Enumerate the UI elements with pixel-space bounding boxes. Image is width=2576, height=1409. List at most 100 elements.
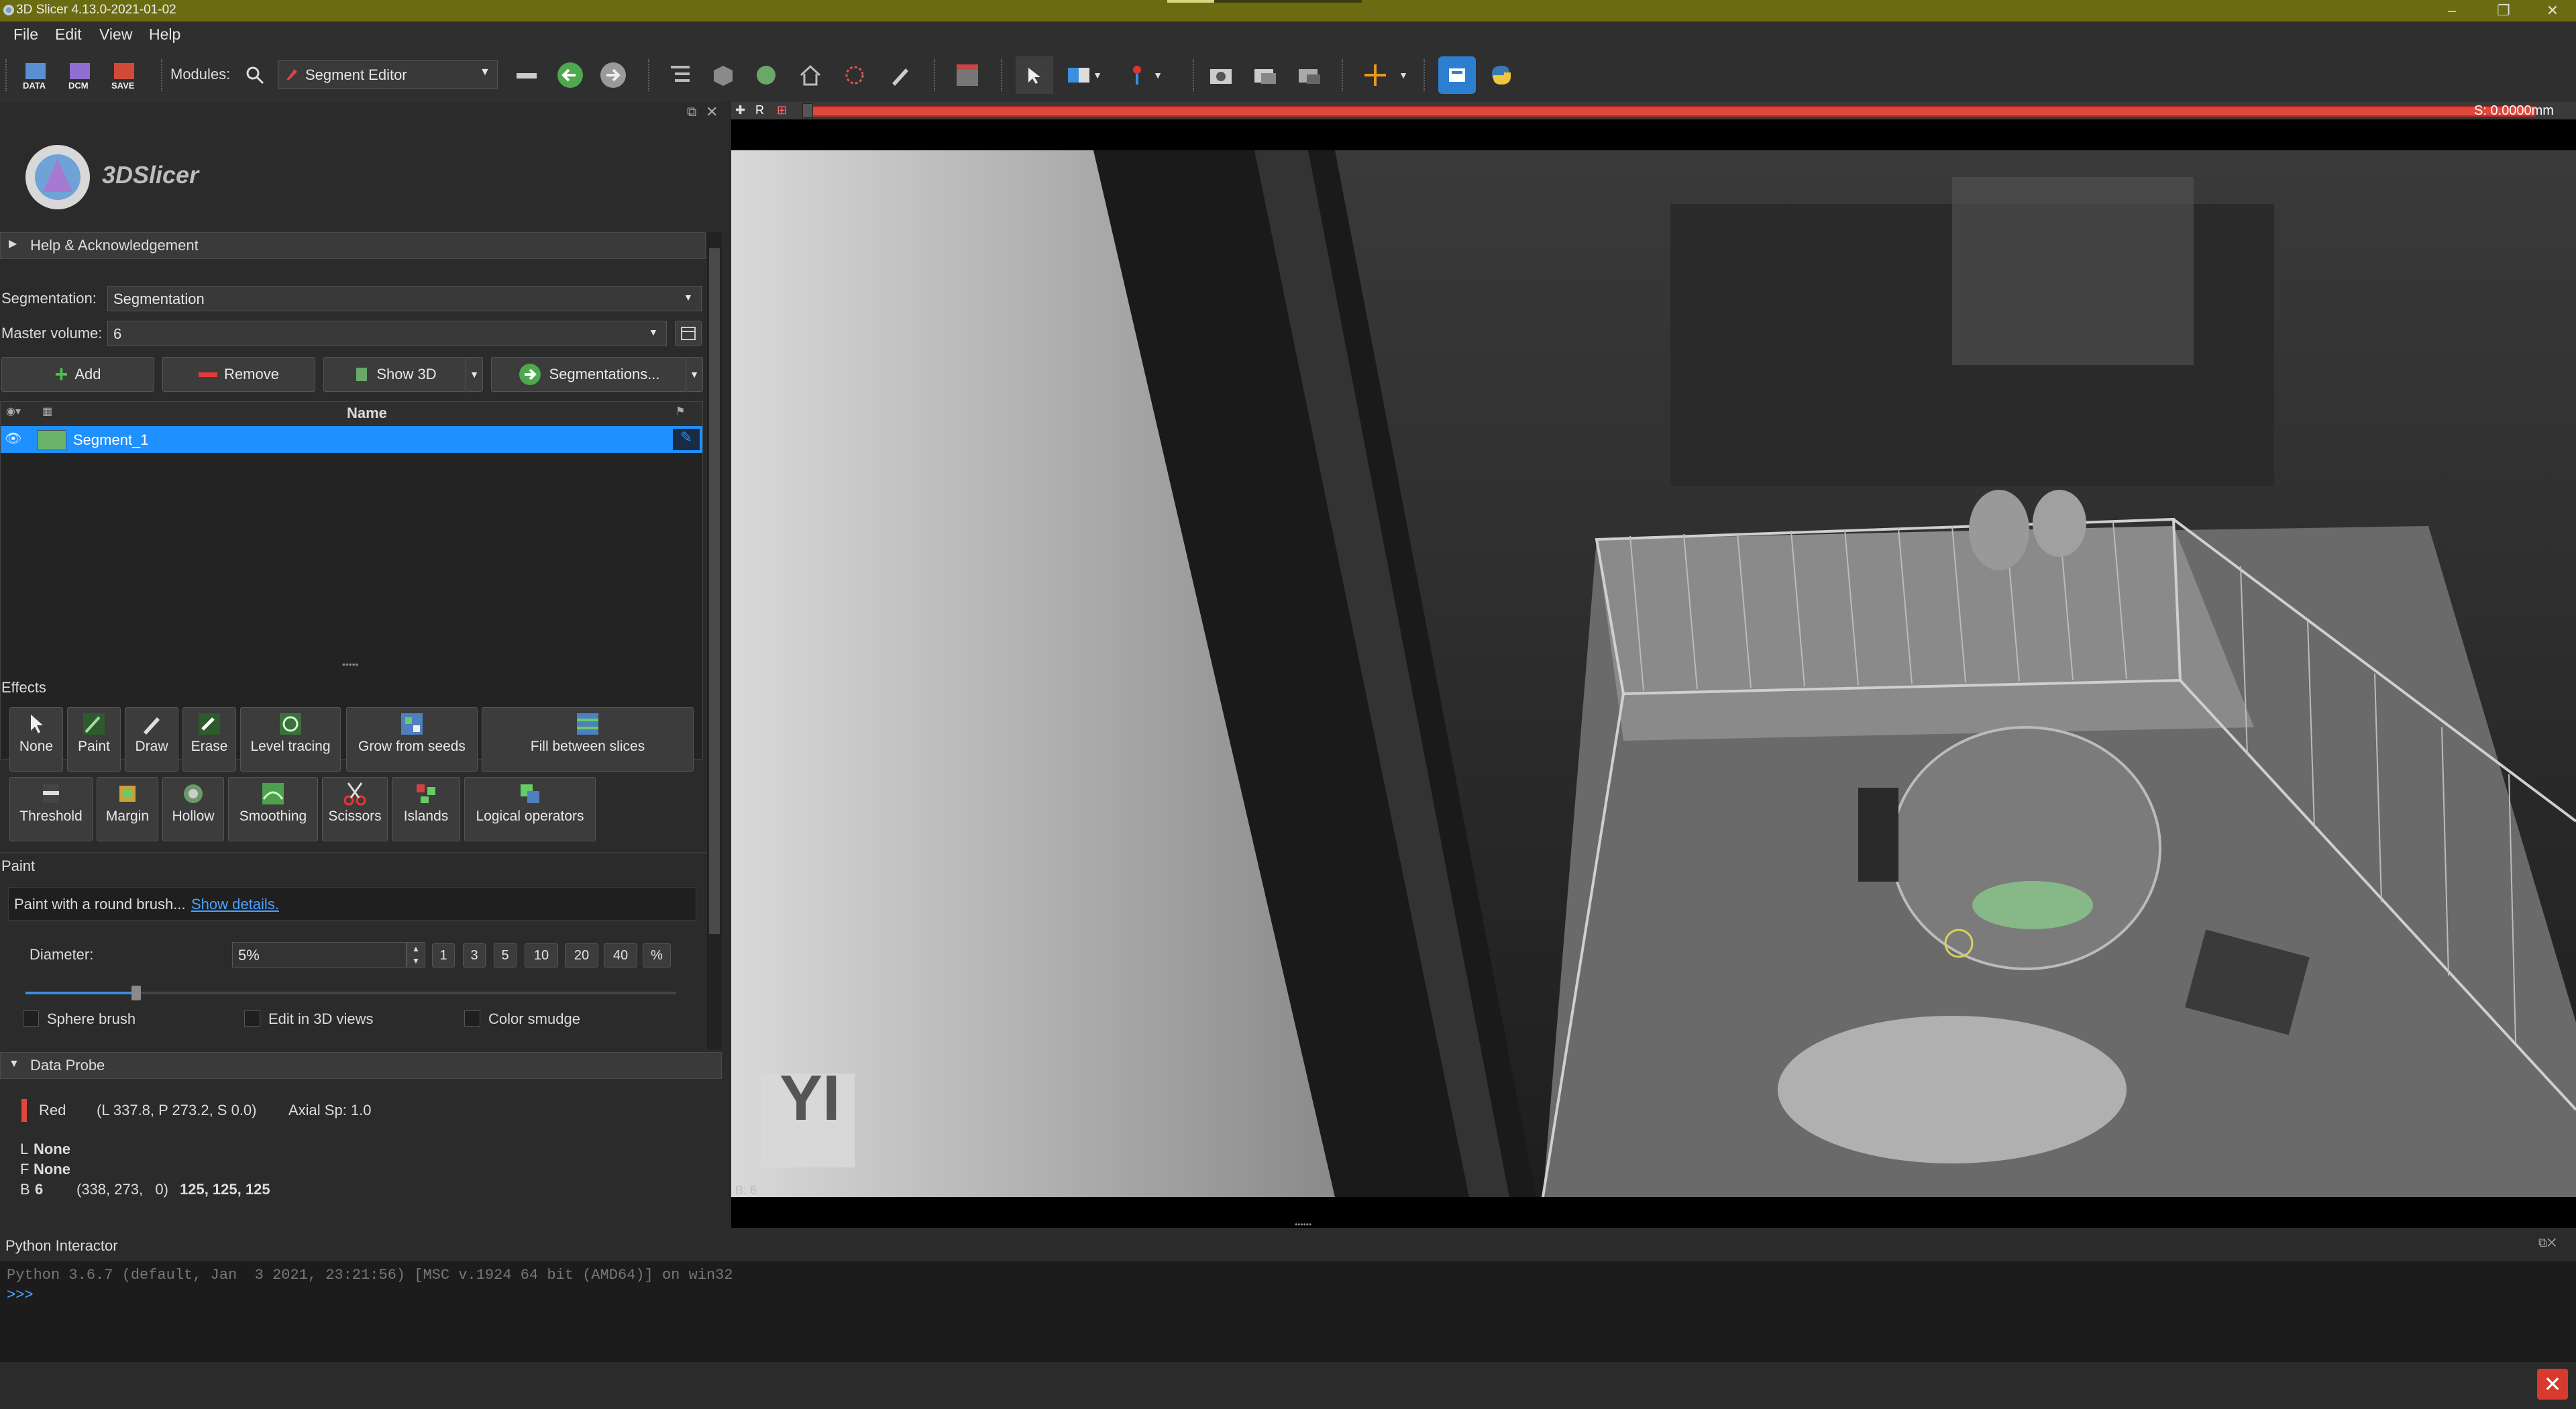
diameter-input[interactable]: 5%: [232, 942, 407, 968]
edit-pencil-icon[interactable]: ✎: [673, 429, 700, 450]
segment-name[interactable]: Segment_1: [73, 431, 149, 449]
effect-logical-operators-button[interactable]: Logical operators: [464, 777, 596, 841]
chevron-down-icon[interactable]: ▼: [1089, 56, 1106, 94]
sphere-brush-checkbox[interactable]: [23, 1010, 39, 1027]
restore-button[interactable]: ❐: [2480, 0, 2527, 21]
python-console[interactable]: Python 3.6.7 (default, Jan 3 2021, 23:21…: [0, 1261, 2576, 1362]
diameter-spinner[interactable]: ▲ ▼: [407, 942, 425, 968]
pointer-icon[interactable]: [1016, 56, 1053, 94]
show-3d-button[interactable]: Show 3D: [323, 357, 467, 392]
segmentation-selector[interactable]: Segmentation ▼: [107, 286, 702, 311]
effect-smoothing-button[interactable]: Smoothing: [228, 777, 318, 841]
color-smudge-checkbox[interactable]: [464, 1010, 480, 1027]
master-volume-selector[interactable]: 6 ▼: [107, 321, 667, 346]
edit-3d-checkbox[interactable]: [244, 1010, 260, 1027]
splitter-handle[interactable]: •••••: [342, 659, 359, 670]
chevron-down-icon[interactable]: ▼: [1395, 56, 1411, 94]
python-banner: Python 3.6.7 (default, Jan 3 2021, 23:21…: [7, 1267, 733, 1284]
data-tree-icon[interactable]: [661, 56, 699, 94]
help-section-header[interactable]: ▶ Help & Acknowledgement: [0, 232, 706, 259]
effect-islands-button[interactable]: Islands: [392, 777, 460, 841]
scene-view-icon[interactable]: [1246, 56, 1284, 94]
effect-none-button[interactable]: None: [9, 707, 63, 772]
pencil-icon[interactable]: [881, 56, 919, 94]
segmentations-dropdown[interactable]: ▼: [686, 357, 703, 392]
preset-3-button[interactable]: 3: [463, 943, 486, 968]
scene-restore-icon[interactable]: [1291, 56, 1328, 94]
undock-icon[interactable]: ⧉✕: [2538, 1236, 2557, 1250]
layout-icon[interactable]: [508, 56, 546, 94]
error-log-icon[interactable]: ✕: [2537, 1369, 2568, 1400]
preset-20-button[interactable]: 20: [565, 943, 598, 968]
forward-arrow-icon[interactable]: [594, 56, 632, 94]
effect-grow-from-seeds-button[interactable]: Grow from seeds: [346, 707, 478, 772]
preset-40-button[interactable]: 40: [604, 943, 637, 968]
segment-color-swatch[interactable]: [37, 430, 66, 450]
effect-margin-label: Margin: [105, 808, 150, 824]
segmentations-button[interactable]: Segmentations...: [491, 357, 687, 392]
close-panel-icon[interactable]: ✕: [706, 103, 718, 121]
master-volume-value: 6: [113, 325, 122, 342]
paint-description: Paint with a round brush...: [14, 896, 186, 912]
menu-help[interactable]: Help: [149, 25, 180, 44]
volume-options-button[interactable]: [675, 321, 702, 346]
save-icon[interactable]: SAVE: [106, 56, 144, 94]
preset-percent-button[interactable]: %: [643, 943, 671, 968]
effect-draw-button[interactable]: Draw: [125, 707, 178, 772]
screenshot-icon[interactable]: [1202, 56, 1240, 94]
pin-icon[interactable]: ✚: [735, 103, 745, 117]
data-probe-header[interactable]: ▼ Data Probe: [0, 1052, 722, 1079]
module-selector[interactable]: Segment Editor ▼: [278, 60, 498, 89]
python-icon[interactable]: [1483, 56, 1520, 94]
grid-icon[interactable]: [949, 56, 986, 94]
3d-view-icon[interactable]: [704, 56, 742, 94]
add-segment-button[interactable]: + Add: [1, 357, 154, 392]
show-3d-dropdown[interactable]: ▼: [466, 357, 483, 392]
minimize-button[interactable]: –: [2428, 0, 2475, 21]
effect-hollow-button[interactable]: Hollow: [162, 777, 224, 841]
effect-islands-label: Islands: [403, 808, 449, 824]
undock-icon[interactable]: ⧉: [687, 105, 696, 120]
show-details-link[interactable]: Show details.: [191, 896, 279, 913]
effect-margin-button[interactable]: Margin: [97, 777, 158, 841]
link-icon[interactable]: ⊞: [777, 103, 787, 117]
close-window-button[interactable]: ✕: [2529, 0, 2576, 21]
effect-scissors-button[interactable]: Scissors: [322, 777, 388, 841]
effect-level-tracing-button[interactable]: Level tracing: [240, 707, 341, 772]
slice-view-red[interactable]: ✚ R ⊞ S: 0.0000mm YI B: 6 ••••••: [731, 102, 2576, 1229]
toolbar-separator: [648, 59, 653, 91]
menu-edit[interactable]: Edit: [55, 25, 82, 44]
extensions-icon[interactable]: [1438, 56, 1476, 94]
home-icon[interactable]: [792, 56, 829, 94]
preset-1-button[interactable]: 1: [432, 943, 455, 968]
slice-offset-slider[interactable]: [802, 103, 2536, 118]
crosshair-icon[interactable]: [836, 56, 873, 94]
search-icon[interactable]: [236, 56, 274, 94]
toolbar-separator: [1424, 59, 1429, 91]
preset-5-button[interactable]: 5: [494, 943, 517, 968]
eye-icon[interactable]: 👁: [5, 430, 21, 447]
menu-file[interactable]: File: [13, 25, 38, 44]
sphere-icon[interactable]: [747, 56, 785, 94]
preset-10-button[interactable]: 10: [525, 943, 558, 968]
back-arrow-icon[interactable]: [551, 56, 589, 94]
effect-paint-button[interactable]: Paint: [67, 707, 121, 772]
eraser-icon: [199, 713, 220, 735]
dicom-icon[interactable]: DCM: [62, 56, 99, 94]
chevron-down-icon[interactable]: ▼: [1150, 56, 1166, 94]
diameter-slider[interactable]: [25, 986, 676, 1000]
table-row[interactable]: 👁 Segment_1 ✎: [1, 426, 702, 453]
panel-scrollbar[interactable]: [707, 232, 722, 1049]
menu-view[interactable]: View: [99, 25, 132, 44]
effect-erase-button[interactable]: Erase: [182, 707, 236, 772]
remove-segment-button[interactable]: Remove: [162, 357, 315, 392]
effect-threshold-button[interactable]: Threshold: [9, 777, 93, 841]
scrollbar-thumb[interactable]: [709, 248, 720, 934]
slice-offset-handle[interactable]: [802, 103, 813, 118]
toolbar-separator: [934, 59, 939, 91]
effect-fill-between-slices-button[interactable]: Fill between slices: [482, 707, 694, 772]
crosshair-icon[interactable]: [1356, 56, 1394, 94]
probe-b-name: 6: [35, 1181, 44, 1198]
slider-handle[interactable]: [131, 986, 141, 1000]
data-icon[interactable]: DATA: [17, 56, 55, 94]
